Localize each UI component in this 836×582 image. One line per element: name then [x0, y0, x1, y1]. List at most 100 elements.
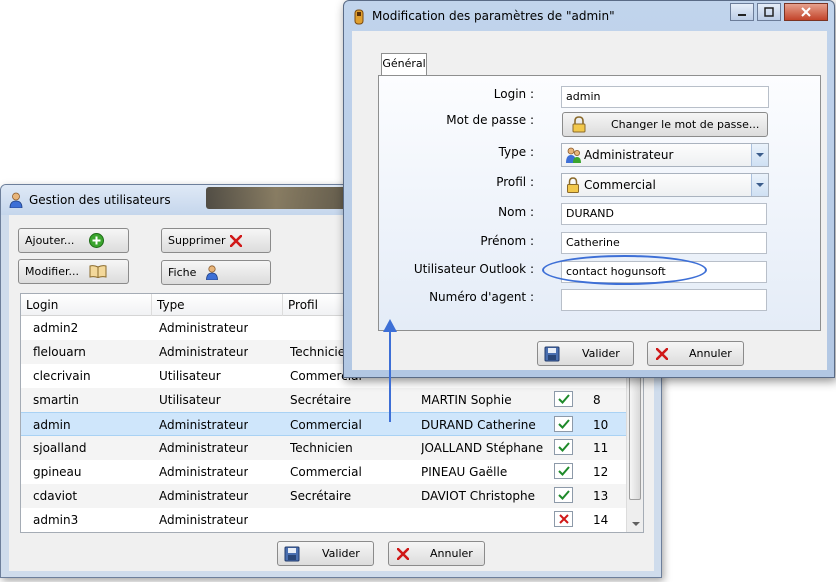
table-row[interactable]: admin Administrateur Commercial DURAND Cath…	[21, 412, 628, 436]
cell-agent-number: 10	[593, 418, 609, 432]
check-icon	[558, 442, 570, 452]
cell-profile: Secrétaire	[290, 393, 352, 407]
minimize-button[interactable]	[730, 3, 754, 21]
window-title: Gestion des utilisateurs	[29, 193, 171, 207]
cancel-icon	[397, 548, 409, 560]
cell-type: Administrateur	[159, 489, 249, 503]
cell-login: admin3	[33, 513, 79, 527]
last-name-label: Nom :	[498, 205, 534, 219]
cell-login: sjoalland	[33, 441, 87, 455]
plus-icon	[89, 233, 104, 248]
agent-number-label: Numéro d'agent :	[429, 290, 534, 304]
cell-full-name: MARTIN Sophie	[421, 393, 512, 407]
cell-full-name: PINEAU Gaëlle	[421, 465, 508, 479]
profile-select[interactable]: Commercial	[561, 173, 769, 197]
table-row[interactable]: smartin Utilisateur Secrétaire MARTIN Sophi…	[21, 388, 628, 412]
cell-type: Administrateur	[159, 345, 249, 359]
cell-login: smartin	[33, 393, 79, 407]
cell-full-name: DAVIOT Christophe	[421, 489, 535, 503]
maximize-icon	[764, 7, 774, 17]
title-bar-decoration	[206, 187, 346, 209]
padlock-icon	[572, 116, 586, 133]
user-icon	[206, 265, 218, 280]
highlight-ellipse	[542, 255, 707, 285]
user-card-button[interactable]: Fiche	[161, 260, 271, 285]
agent-number-field[interactable]	[561, 289, 767, 311]
type-select[interactable]: Administrateur	[561, 143, 769, 167]
cell-type: Administrateur	[159, 441, 249, 455]
login-label: Login :	[493, 87, 534, 101]
cell-full-name: JOALLAND Stéphane	[421, 441, 544, 455]
edit-user-dialog: Modification des paramètres de "admin" G…	[343, 0, 835, 378]
cell-login: clecrivain	[33, 369, 91, 383]
close-button[interactable]	[784, 3, 828, 21]
user-card-label: Fiche	[168, 266, 197, 279]
active-checkbox[interactable]	[554, 511, 573, 527]
active-checkbox[interactable]	[554, 487, 573, 503]
close-icon	[801, 7, 811, 17]
chevron-down-icon[interactable]	[751, 174, 768, 196]
change-password-button[interactable]: Changer le mot de passe...	[562, 112, 768, 137]
dialog-cancel-label: Annuler	[689, 347, 732, 360]
dialog-validate-label: Valider	[582, 347, 620, 360]
dialog-title: Modification des paramètres de "admin"	[372, 9, 615, 23]
cell-type: Administrateur	[159, 513, 249, 527]
padlock-icon	[567, 177, 579, 193]
desktop: Gestion des utilisateurs Ajouter... Modi…	[0, 0, 836, 582]
annotation-arrow	[383, 319, 397, 422]
cancel-button[interactable]: Annuler	[388, 541, 485, 566]
first-name-field[interactable]: Catherine	[561, 232, 767, 254]
dialog-cancel-button[interactable]: Annuler	[647, 341, 744, 366]
change-password-label: Changer le mot de passe...	[611, 118, 760, 131]
cell-agent-number: 12	[593, 465, 609, 479]
type-value: Administrateur	[584, 148, 674, 162]
profile-label: Profil :	[496, 175, 534, 189]
table-row[interactable]: cdaviot Administrateur Secrétaire DAVIOT Ch…	[21, 484, 628, 508]
dialog-validate-button[interactable]: Valider	[537, 341, 634, 366]
active-checkbox[interactable]	[554, 416, 573, 432]
maximize-button[interactable]	[757, 3, 781, 21]
cell-type: Utilisateur	[159, 369, 221, 383]
delete-user-button[interactable]: Supprimer	[161, 228, 271, 253]
cell-type: Administrateur	[159, 465, 249, 479]
check-icon	[558, 394, 570, 404]
active-checkbox[interactable]	[554, 463, 573, 479]
scroll-down-icon[interactable]	[632, 522, 640, 526]
modify-user-button[interactable]: Modifier...	[18, 259, 129, 284]
active-checkbox[interactable]	[554, 439, 573, 455]
active-checkbox[interactable]	[554, 391, 573, 407]
check-icon	[558, 490, 570, 500]
cell-agent-number: 14	[593, 513, 609, 527]
type-label: Type :	[498, 145, 534, 159]
cross-icon	[559, 514, 569, 524]
user-icon	[9, 192, 23, 208]
cell-type: Utilisateur	[159, 393, 221, 407]
app-icon	[354, 9, 364, 25]
column-header-login[interactable]: Login	[21, 294, 152, 316]
cell-agent-number: 8	[593, 393, 601, 407]
cell-agent-number: 11	[593, 441, 609, 455]
chevron-down-icon[interactable]	[751, 144, 768, 166]
password-label: Mot de passe :	[446, 113, 534, 127]
save-icon	[544, 346, 560, 362]
add-user-button[interactable]: Ajouter...	[18, 228, 129, 253]
modify-user-label: Modifier...	[25, 265, 79, 278]
check-icon	[558, 419, 570, 429]
table-row[interactable]: admin3 Administrateur 14	[21, 508, 628, 532]
table-row[interactable]: gpineau Administrateur Commercial PINEAU Ga…	[21, 460, 628, 484]
validate-button[interactable]: Valider	[277, 541, 374, 566]
cell-login: flelouarn	[33, 345, 86, 359]
cancel-icon	[656, 348, 668, 360]
cell-type: Administrateur	[159, 321, 249, 335]
table-row[interactable]: sjoalland Administrateur Technicien JOALLAN…	[21, 436, 628, 460]
tab-general[interactable]: Général	[381, 53, 427, 75]
cell-login: admin	[33, 418, 71, 432]
outlook-user-label: Utilisateur Outlook :	[413, 262, 534, 276]
add-user-label: Ajouter...	[25, 234, 75, 247]
cell-type: Administrateur	[159, 418, 249, 432]
users-icon	[566, 147, 581, 163]
column-header-type[interactable]: Type	[152, 294, 283, 316]
last-name-field[interactable]: DURAND	[561, 203, 767, 225]
cell-login: admin2	[33, 321, 79, 335]
login-field[interactable]: admin	[561, 86, 769, 108]
